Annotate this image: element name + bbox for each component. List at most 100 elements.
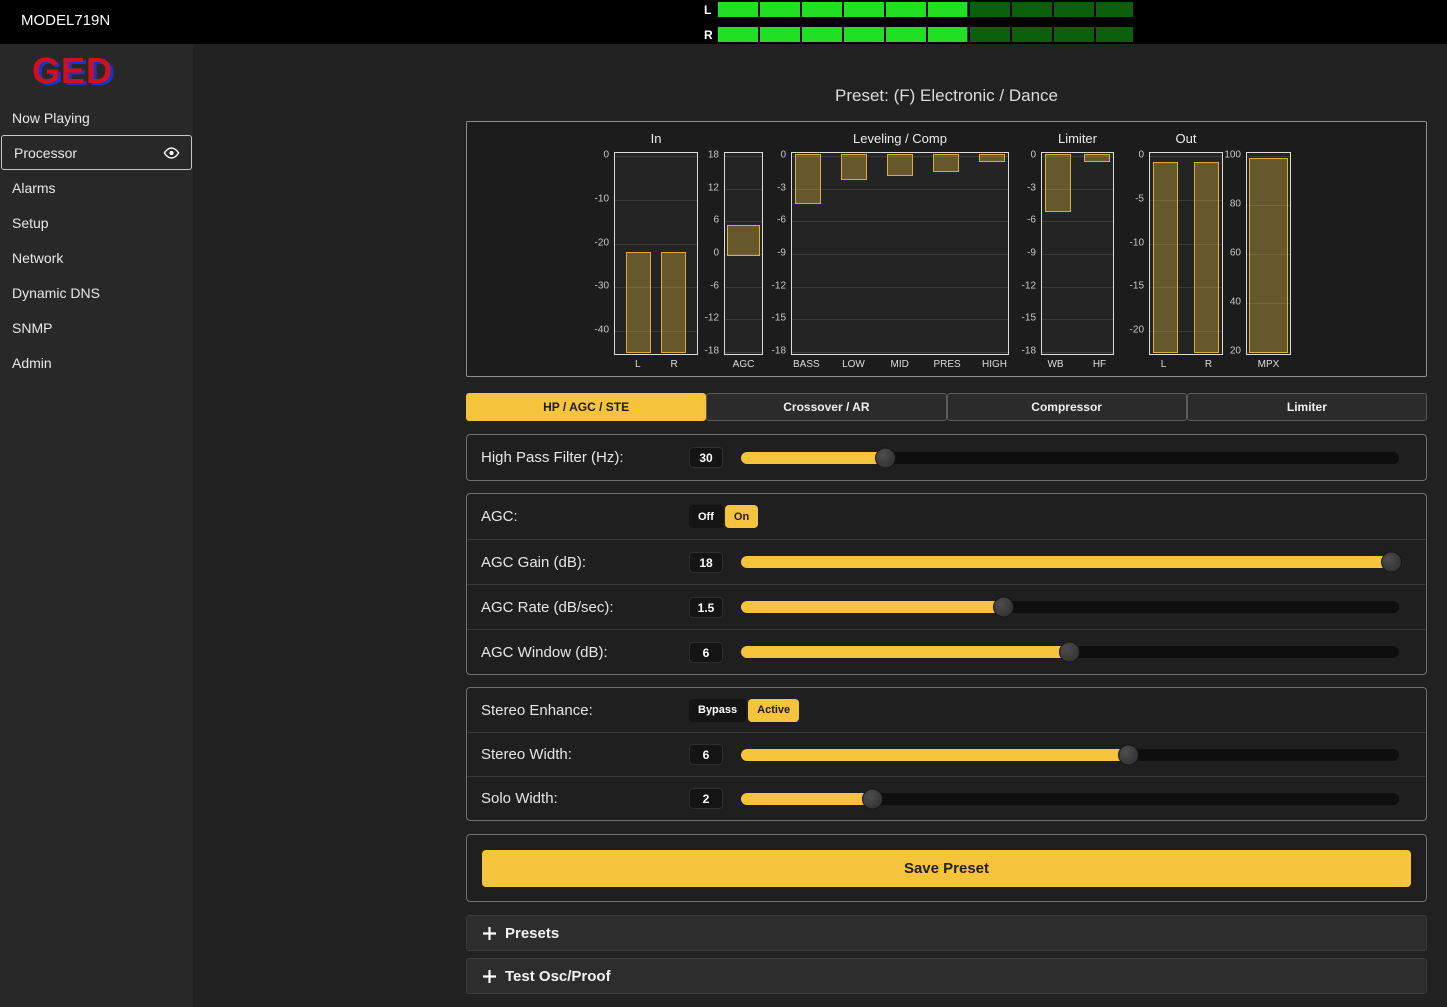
in-meter-labels: L R [614,359,698,370]
solo-width-slider-handle[interactable] [862,788,883,809]
agc-on-button[interactable]: On [725,505,758,528]
out-meter-scale: 0-5-10-15-20 [1115,155,1149,330]
mpx-meter-box [1246,152,1291,355]
sidebar-item-processor[interactable]: Processor [1,135,192,170]
meter-l-label: L [704,3,718,17]
leveling-meter-title: Leveling / Comp [791,131,1009,148]
solo-width-label: Solo Width: [481,790,689,807]
hp-filter-value: 30 [689,447,723,468]
sidebar-item-now-playing[interactable]: Now Playing [0,100,193,135]
save-preset-button[interactable]: Save Preset [482,850,1411,887]
out-meter-box [1149,152,1223,355]
sidebar-item-admin[interactable]: Admin [0,345,193,380]
agc-rate-slider-handle[interactable] [993,597,1014,618]
mid-bar [887,154,913,176]
limiter-meter-group: Limiter 0-3-6-9-12-15-18 WB HF [1007,131,1114,370]
test-osc-expander[interactable]: Test Osc/Proof [466,958,1427,994]
sidebar-menu: Now Playing Processor Alarms Setup Netwo… [0,100,193,380]
agc-gain-slider-fill [741,556,1392,568]
stereo-width-value: 6 [689,744,723,765]
hp-filter-slider[interactable] [741,452,1399,464]
hf-bar [1084,154,1110,162]
pres-bar [933,154,959,172]
leveling-meter-labels: BASS LOW MID PRES HIGH [791,359,1009,370]
in-r-bar [661,252,686,353]
solo-width-value: 2 [689,788,723,809]
hp-filter-row: High Pass Filter (Hz): 30 [467,435,1426,480]
in-l-bar [626,252,651,353]
leveling-meter-scale: 0-3-6-9-12-15-18 [757,155,791,351]
limiter-meter-box [1041,152,1114,355]
stereo-enhance-row: Stereo Enhance: Bypass Active [467,688,1426,732]
presets-expander[interactable]: Presets [466,915,1427,951]
in-meter-box [614,152,698,355]
agc-off-button[interactable]: Off [689,505,723,528]
agc-window-slider[interactable] [741,646,1399,658]
sidebar: GED Now Playing Processor Alarms Setup N… [0,44,193,1007]
hp-filter-slider-handle[interactable] [875,447,896,468]
topbar: MODEL719N L R [0,0,1447,44]
sidebar-item-dynamic-dns[interactable]: Dynamic DNS [0,275,193,310]
agc-toggle: Off On [689,505,758,528]
sidebar-item-snmp[interactable]: SNMP [0,310,193,345]
agc-gain-bar [727,225,760,255]
preset-title: Preset: (F) Electronic / Dance [466,86,1427,106]
agc-window-label: AGC Window (dB): [481,644,689,661]
mpx-bar [1249,158,1288,353]
agc-meter-box [724,152,763,355]
stereo-panel: Stereo Enhance: Bypass Active Stereo Wid… [466,687,1427,821]
main-content: Preset: (F) Electronic / Dance In 0-10-2… [466,44,1427,994]
stereo-width-slider-handle[interactable] [1118,744,1139,765]
stereo-width-slider[interactable] [741,749,1399,761]
stereo-enhance-toggle: Bypass Active [689,699,799,722]
sidebar-item-network[interactable]: Network [0,240,193,275]
hp-filter-slider-fill [741,452,886,464]
stereo-active-button[interactable]: Active [748,699,799,722]
meter-r-label: R [704,28,718,42]
limiter-meter-scale: 0-3-6-9-12-15-18 [1007,155,1041,351]
agc-rate-label: AGC Rate (dB/sec): [481,599,689,616]
tab-hp-agc-ste[interactable]: HP / AGC / STE [466,393,706,421]
leveling-meter-box [791,152,1009,355]
eye-icon [163,147,180,159]
solo-width-slider[interactable] [741,793,1399,805]
in-meter-scale: 0-10-20-30-40 [580,155,614,330]
agc-rate-slider-fill [741,601,1004,613]
limiter-meter-labels: WB HF [1041,359,1114,370]
agc-rate-row: AGC Rate (dB/sec): 1.5 [467,584,1426,629]
hp-filter-panel: High Pass Filter (Hz): 30 [466,434,1427,481]
agc-gain-slider[interactable] [741,556,1399,568]
agc-gain-value: 18 [689,552,723,573]
wb-bar [1045,154,1071,212]
agc-window-row: AGC Window (dB): 6 [467,629,1426,674]
agc-rate-slider[interactable] [741,601,1399,613]
leveling-meter-group: Leveling / Comp 0-3-6-9-12-15-18 [757,131,1009,370]
level-meter-l [718,2,1133,17]
logo: GED [32,50,193,92]
out-meter-group: Out 0-5-10-15-20 L R [1115,131,1223,370]
app-root: MODEL719N L R GED Now Playing [0,0,1447,1007]
stereo-width-row: Stereo Width: 6 [467,732,1426,776]
meters-panel: In 0-10-20-30-40 L R [466,121,1427,377]
solo-width-row: Solo Width: 2 [467,776,1426,820]
meter-segments [718,2,1133,17]
tab-compressor[interactable]: Compressor [947,393,1187,421]
agc-gain-row: AGC Gain (dB): 18 [467,539,1426,584]
hp-filter-label: High Pass Filter (Hz): [481,449,689,466]
tab-crossover-ar[interactable]: Crossover / AR [706,393,946,421]
agc-window-slider-handle[interactable] [1059,642,1080,663]
out-r-bar [1194,162,1219,353]
in-meter-title: In [614,131,698,148]
tab-limiter[interactable]: Limiter [1187,393,1427,421]
agc-gain-label: AGC Gain (dB): [481,554,689,571]
agc-gain-slider-handle[interactable] [1381,552,1402,573]
sidebar-item-alarms[interactable]: Alarms [0,170,193,205]
agc-toggle-row: AGC: Off On [467,494,1426,539]
meter-segments [718,27,1133,42]
agc-toggle-label: AGC: [481,508,689,525]
stereo-bypass-button[interactable]: Bypass [689,699,746,722]
agc-rate-value: 1.5 [689,597,723,618]
sidebar-item-setup[interactable]: Setup [0,205,193,240]
plus-icon [483,970,496,983]
processor-tabs: HP / AGC / STE Crossover / AR Compressor… [466,393,1427,421]
